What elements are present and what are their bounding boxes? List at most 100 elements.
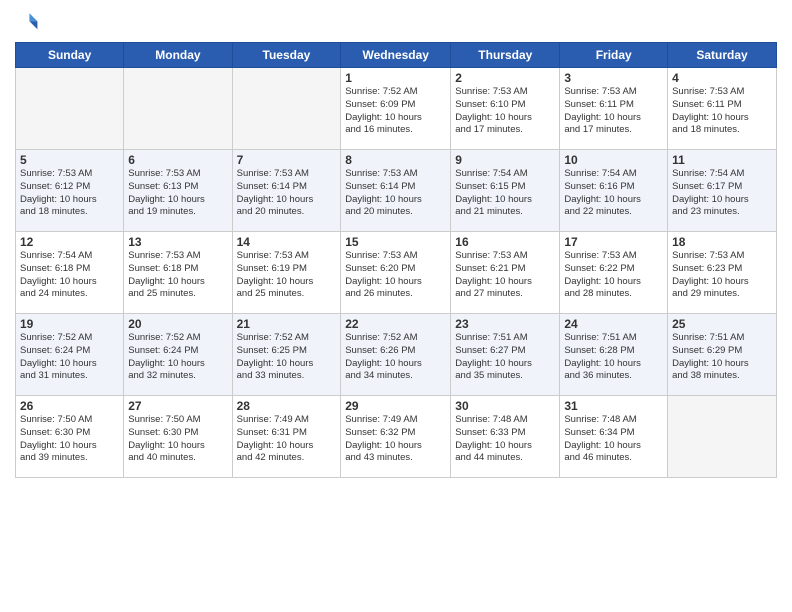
calendar-week-row: 5Sunrise: 7:53 AM Sunset: 6:12 PM Daylig…	[16, 150, 777, 232]
day-info: Sunrise: 7:54 AM Sunset: 6:18 PM Dayligh…	[20, 250, 119, 301]
day-header-wednesday: Wednesday	[341, 43, 451, 68]
day-info: Sunrise: 7:52 AM Sunset: 6:24 PM Dayligh…	[128, 332, 227, 383]
day-info: Sunrise: 7:50 AM Sunset: 6:30 PM Dayligh…	[128, 414, 227, 465]
day-info: Sunrise: 7:52 AM Sunset: 6:26 PM Dayligh…	[345, 332, 446, 383]
day-number: 11	[672, 153, 772, 167]
day-info: Sunrise: 7:48 AM Sunset: 6:33 PM Dayligh…	[455, 414, 555, 465]
day-number: 2	[455, 71, 555, 85]
day-info: Sunrise: 7:53 AM Sunset: 6:22 PM Dayligh…	[564, 250, 663, 301]
calendar-cell	[232, 68, 341, 150]
calendar-header-row: SundayMondayTuesdayWednesdayThursdayFrid…	[16, 43, 777, 68]
day-number: 7	[237, 153, 337, 167]
calendar-cell	[16, 68, 124, 150]
day-number: 4	[672, 71, 772, 85]
day-info: Sunrise: 7:51 AM Sunset: 6:28 PM Dayligh…	[564, 332, 663, 383]
calendar-cell	[668, 396, 777, 478]
day-number: 6	[128, 153, 227, 167]
day-number: 10	[564, 153, 663, 167]
calendar-cell: 5Sunrise: 7:53 AM Sunset: 6:12 PM Daylig…	[16, 150, 124, 232]
day-info: Sunrise: 7:53 AM Sunset: 6:23 PM Dayligh…	[672, 250, 772, 301]
day-number: 20	[128, 317, 227, 331]
day-number: 9	[455, 153, 555, 167]
day-number: 5	[20, 153, 119, 167]
day-header-sunday: Sunday	[16, 43, 124, 68]
day-number: 1	[345, 71, 446, 85]
calendar-cell: 16Sunrise: 7:53 AM Sunset: 6:21 PM Dayli…	[451, 232, 560, 314]
day-info: Sunrise: 7:53 AM Sunset: 6:14 PM Dayligh…	[237, 168, 337, 219]
day-number: 15	[345, 235, 446, 249]
logo	[15, 10, 43, 34]
day-number: 19	[20, 317, 119, 331]
calendar-cell: 29Sunrise: 7:49 AM Sunset: 6:32 PM Dayli…	[341, 396, 451, 478]
calendar-cell: 3Sunrise: 7:53 AM Sunset: 6:11 PM Daylig…	[560, 68, 668, 150]
day-info: Sunrise: 7:51 AM Sunset: 6:27 PM Dayligh…	[455, 332, 555, 383]
day-number: 13	[128, 235, 227, 249]
calendar-week-row: 26Sunrise: 7:50 AM Sunset: 6:30 PM Dayli…	[16, 396, 777, 478]
calendar-cell: 4Sunrise: 7:53 AM Sunset: 6:11 PM Daylig…	[668, 68, 777, 150]
calendar-cell: 12Sunrise: 7:54 AM Sunset: 6:18 PM Dayli…	[16, 232, 124, 314]
page: SundayMondayTuesdayWednesdayThursdayFrid…	[0, 0, 792, 612]
day-info: Sunrise: 7:53 AM Sunset: 6:10 PM Dayligh…	[455, 86, 555, 137]
day-info: Sunrise: 7:53 AM Sunset: 6:12 PM Dayligh…	[20, 168, 119, 219]
day-info: Sunrise: 7:53 AM Sunset: 6:11 PM Dayligh…	[564, 86, 663, 137]
calendar-cell: 15Sunrise: 7:53 AM Sunset: 6:20 PM Dayli…	[341, 232, 451, 314]
day-number: 12	[20, 235, 119, 249]
calendar-cell: 30Sunrise: 7:48 AM Sunset: 6:33 PM Dayli…	[451, 396, 560, 478]
day-header-saturday: Saturday	[668, 43, 777, 68]
calendar-cell: 31Sunrise: 7:48 AM Sunset: 6:34 PM Dayli…	[560, 396, 668, 478]
day-number: 24	[564, 317, 663, 331]
calendar-cell: 17Sunrise: 7:53 AM Sunset: 6:22 PM Dayli…	[560, 232, 668, 314]
day-number: 18	[672, 235, 772, 249]
calendar-cell: 23Sunrise: 7:51 AM Sunset: 6:27 PM Dayli…	[451, 314, 560, 396]
day-number: 31	[564, 399, 663, 413]
calendar-cell: 1Sunrise: 7:52 AM Sunset: 6:09 PM Daylig…	[341, 68, 451, 150]
day-number: 27	[128, 399, 227, 413]
day-info: Sunrise: 7:53 AM Sunset: 6:21 PM Dayligh…	[455, 250, 555, 301]
calendar-week-row: 12Sunrise: 7:54 AM Sunset: 6:18 PM Dayli…	[16, 232, 777, 314]
day-info: Sunrise: 7:53 AM Sunset: 6:13 PM Dayligh…	[128, 168, 227, 219]
calendar-cell	[124, 68, 232, 150]
calendar-cell: 19Sunrise: 7:52 AM Sunset: 6:24 PM Dayli…	[16, 314, 124, 396]
calendar-cell: 14Sunrise: 7:53 AM Sunset: 6:19 PM Dayli…	[232, 232, 341, 314]
day-number: 29	[345, 399, 446, 413]
day-number: 3	[564, 71, 663, 85]
day-info: Sunrise: 7:52 AM Sunset: 6:25 PM Dayligh…	[237, 332, 337, 383]
calendar-week-row: 19Sunrise: 7:52 AM Sunset: 6:24 PM Dayli…	[16, 314, 777, 396]
day-info: Sunrise: 7:53 AM Sunset: 6:19 PM Dayligh…	[237, 250, 337, 301]
calendar-cell: 11Sunrise: 7:54 AM Sunset: 6:17 PM Dayli…	[668, 150, 777, 232]
day-info: Sunrise: 7:52 AM Sunset: 6:09 PM Dayligh…	[345, 86, 446, 137]
calendar-cell: 10Sunrise: 7:54 AM Sunset: 6:16 PM Dayli…	[560, 150, 668, 232]
day-info: Sunrise: 7:53 AM Sunset: 6:20 PM Dayligh…	[345, 250, 446, 301]
calendar-cell: 27Sunrise: 7:50 AM Sunset: 6:30 PM Dayli…	[124, 396, 232, 478]
header	[15, 10, 777, 34]
day-number: 23	[455, 317, 555, 331]
calendar-week-row: 1Sunrise: 7:52 AM Sunset: 6:09 PM Daylig…	[16, 68, 777, 150]
day-info: Sunrise: 7:54 AM Sunset: 6:15 PM Dayligh…	[455, 168, 555, 219]
day-header-friday: Friday	[560, 43, 668, 68]
day-number: 8	[345, 153, 446, 167]
day-info: Sunrise: 7:50 AM Sunset: 6:30 PM Dayligh…	[20, 414, 119, 465]
calendar-cell: 26Sunrise: 7:50 AM Sunset: 6:30 PM Dayli…	[16, 396, 124, 478]
day-header-tuesday: Tuesday	[232, 43, 341, 68]
logo-icon	[15, 10, 39, 34]
calendar-cell: 7Sunrise: 7:53 AM Sunset: 6:14 PM Daylig…	[232, 150, 341, 232]
day-header-thursday: Thursday	[451, 43, 560, 68]
calendar-cell: 25Sunrise: 7:51 AM Sunset: 6:29 PM Dayli…	[668, 314, 777, 396]
day-info: Sunrise: 7:53 AM Sunset: 6:11 PM Dayligh…	[672, 86, 772, 137]
calendar-cell: 8Sunrise: 7:53 AM Sunset: 6:14 PM Daylig…	[341, 150, 451, 232]
calendar-cell: 2Sunrise: 7:53 AM Sunset: 6:10 PM Daylig…	[451, 68, 560, 150]
day-info: Sunrise: 7:51 AM Sunset: 6:29 PM Dayligh…	[672, 332, 772, 383]
day-info: Sunrise: 7:48 AM Sunset: 6:34 PM Dayligh…	[564, 414, 663, 465]
day-info: Sunrise: 7:53 AM Sunset: 6:14 PM Dayligh…	[345, 168, 446, 219]
day-number: 14	[237, 235, 337, 249]
calendar-cell: 6Sunrise: 7:53 AM Sunset: 6:13 PM Daylig…	[124, 150, 232, 232]
day-info: Sunrise: 7:52 AM Sunset: 6:24 PM Dayligh…	[20, 332, 119, 383]
calendar-cell: 9Sunrise: 7:54 AM Sunset: 6:15 PM Daylig…	[451, 150, 560, 232]
calendar-cell: 21Sunrise: 7:52 AM Sunset: 6:25 PM Dayli…	[232, 314, 341, 396]
day-info: Sunrise: 7:54 AM Sunset: 6:16 PM Dayligh…	[564, 168, 663, 219]
calendar-cell: 28Sunrise: 7:49 AM Sunset: 6:31 PM Dayli…	[232, 396, 341, 478]
calendar-cell: 24Sunrise: 7:51 AM Sunset: 6:28 PM Dayli…	[560, 314, 668, 396]
calendar-cell: 20Sunrise: 7:52 AM Sunset: 6:24 PM Dayli…	[124, 314, 232, 396]
day-number: 30	[455, 399, 555, 413]
day-info: Sunrise: 7:54 AM Sunset: 6:17 PM Dayligh…	[672, 168, 772, 219]
